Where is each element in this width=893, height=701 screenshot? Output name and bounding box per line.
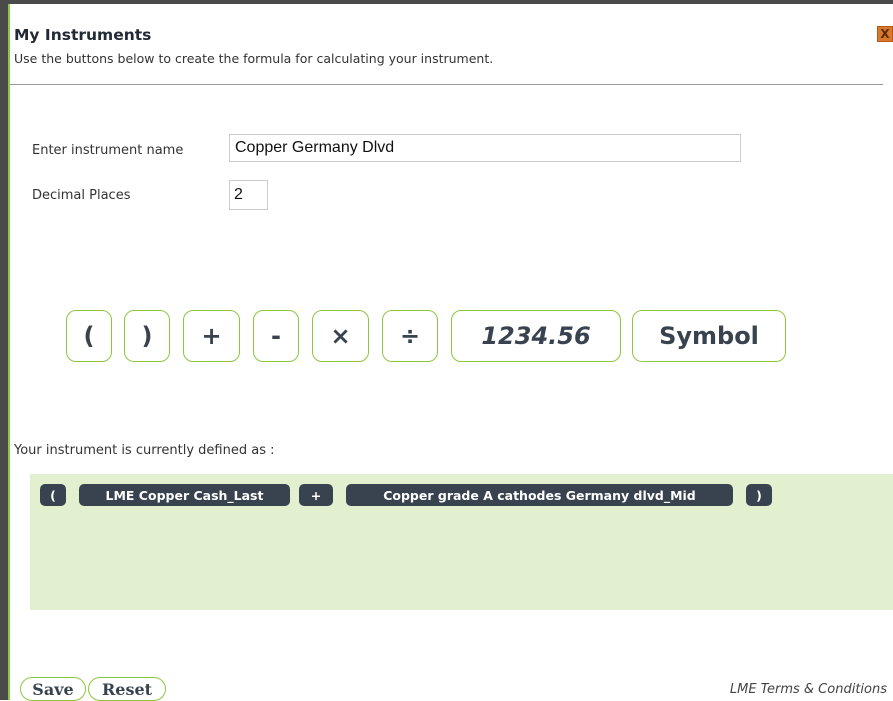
- open-paren-button[interactable]: (: [66, 310, 112, 362]
- decimal-places-label: Decimal Places: [32, 188, 131, 203]
- minus-button[interactable]: -: [253, 310, 299, 362]
- divide-button[interactable]: ÷: [382, 310, 438, 362]
- instrument-name-input[interactable]: [229, 134, 741, 162]
- decimal-places-input[interactable]: [229, 180, 268, 210]
- window-frame-accent: [8, 4, 10, 700]
- number-button[interactable]: 1234.56: [451, 310, 621, 362]
- reset-button[interactable]: Reset: [88, 677, 166, 701]
- plus-button[interactable]: +: [183, 310, 240, 362]
- formula-token[interactable]: LME Copper Cash_Last: [79, 484, 290, 506]
- formula-token[interactable]: +: [299, 484, 333, 506]
- symbol-button[interactable]: Symbol: [632, 310, 786, 362]
- formula-token[interactable]: Copper grade A cathodes Germany dlvd_Mid: [346, 484, 733, 506]
- multiply-button[interactable]: ×: [312, 310, 369, 362]
- dialog-title: My Instruments: [14, 26, 152, 44]
- dialog-subtitle: Use the buttons below to create the form…: [14, 51, 494, 66]
- formula-token[interactable]: (: [40, 484, 66, 506]
- close-icon[interactable]: X: [877, 26, 893, 42]
- window-frame-top: [0, 0, 893, 4]
- window-frame-left: [0, 0, 8, 700]
- formula-label: Your instrument is currently defined as …: [14, 443, 275, 458]
- terms-link[interactable]: LME Terms & Conditions: [730, 682, 887, 697]
- formula-token[interactable]: ): [746, 484, 772, 506]
- close-paren-button[interactable]: ): [124, 310, 170, 362]
- instrument-name-label: Enter instrument name: [32, 143, 184, 158]
- save-button[interactable]: Save: [20, 677, 86, 701]
- header-divider: [10, 84, 883, 85]
